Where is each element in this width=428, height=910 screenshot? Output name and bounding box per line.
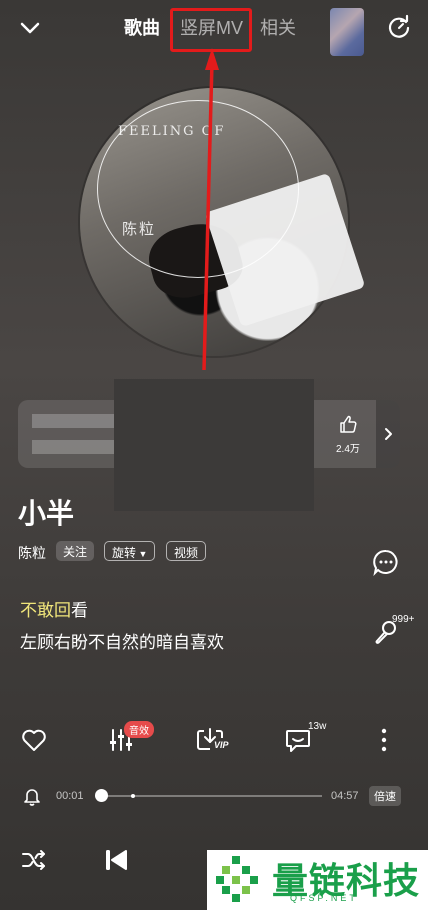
like-count: 2.4万 bbox=[336, 444, 360, 455]
watermark-logo bbox=[216, 856, 258, 902]
refresh-icon[interactable] bbox=[385, 14, 413, 42]
total-time: 04:57 bbox=[331, 790, 359, 802]
album-art-artist-text: 陈粒 bbox=[122, 220, 157, 238]
more-vertical-icon[interactable] bbox=[370, 726, 398, 754]
chevron-right-icon bbox=[385, 428, 392, 440]
lyric-current: 不敢回看 bbox=[20, 596, 88, 621]
tab-related[interactable]: 相关 bbox=[260, 14, 296, 40]
artist-name[interactable]: 陈粒 bbox=[18, 543, 46, 563]
lyric-highlight: 不敢回 bbox=[20, 601, 71, 620]
album-art-text: FEELING OF bbox=[118, 124, 226, 139]
blurred-text bbox=[32, 440, 116, 454]
tab-song[interactable]: 歌曲 bbox=[124, 14, 160, 40]
chevron-down-icon[interactable] bbox=[16, 14, 44, 42]
caret-down-icon: ▼ bbox=[136, 549, 148, 559]
progress-thumb[interactable] bbox=[95, 789, 108, 802]
watermark-subtitle: QFSP.NET bbox=[290, 893, 358, 903]
lyric-next: 左顾右盼不自然的暗自喜欢 bbox=[20, 633, 224, 652]
top-bar: 歌曲 竖屏MV 相关 bbox=[0, 0, 428, 56]
effect-badge: 音效 bbox=[124, 721, 154, 738]
thumbs-up-icon[interactable] bbox=[338, 414, 358, 434]
card-expand-button[interactable] bbox=[376, 400, 400, 468]
video-button[interactable]: 视频 bbox=[166, 541, 207, 561]
previous-track-icon[interactable] bbox=[102, 846, 130, 874]
redacted-overlay bbox=[114, 379, 314, 511]
follow-button[interactable]: 关注 bbox=[56, 541, 95, 561]
bell-icon[interactable] bbox=[22, 786, 42, 806]
shuffle-icon[interactable] bbox=[20, 846, 48, 874]
speed-button[interactable]: 倍速 bbox=[369, 786, 401, 806]
comment-count: 13w bbox=[308, 721, 327, 732]
singing-count: 999+ bbox=[392, 614, 415, 625]
current-time: 00:01 bbox=[56, 790, 84, 802]
progress-marker bbox=[131, 794, 135, 798]
vip-label: VIP bbox=[214, 740, 229, 750]
avatar[interactable] bbox=[330, 8, 364, 56]
lyric-rest: 看 bbox=[71, 601, 88, 620]
highlight-box bbox=[170, 8, 252, 52]
spin-dropdown[interactable]: 旋转 ▼ bbox=[104, 541, 156, 561]
song-title: 小半 bbox=[18, 498, 75, 529]
spin-label: 旋转 bbox=[112, 546, 137, 560]
heart-icon[interactable] bbox=[20, 726, 48, 754]
chat-bubble-icon[interactable] bbox=[372, 548, 400, 576]
